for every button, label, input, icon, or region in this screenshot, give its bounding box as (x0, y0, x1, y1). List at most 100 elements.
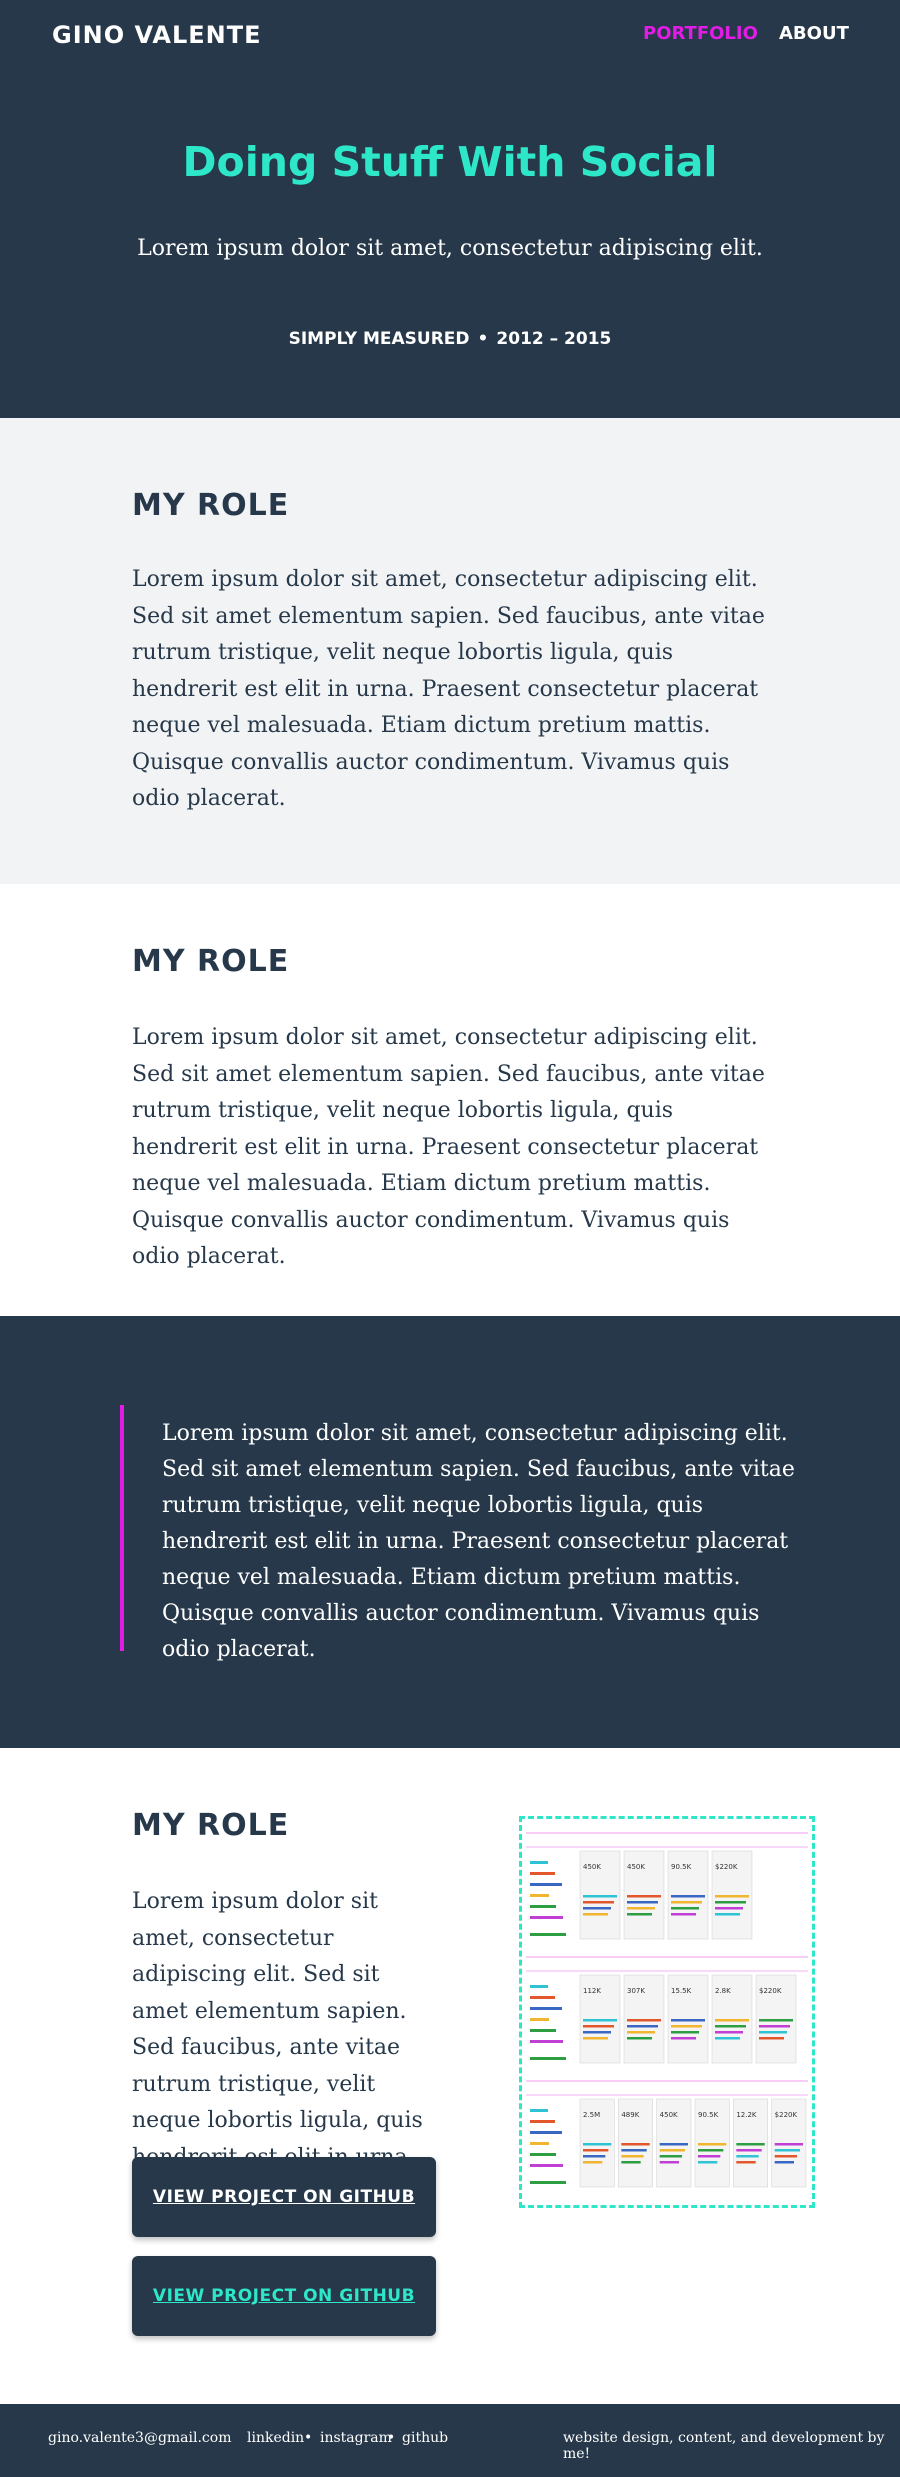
mockup-stat-bar (715, 2025, 746, 2028)
mockup-stat-value: 307K (627, 1987, 645, 1995)
mockup-stat-bar (671, 2019, 705, 2022)
footer-linkedin-link[interactable]: linkedin (247, 2430, 304, 2446)
mockup-legend-bar (530, 1883, 562, 1886)
mockup-legend-bar (530, 1861, 548, 1864)
mockup-stat-bar (671, 1907, 699, 1910)
section-body: Lorem ipsum dolor sit amet, consectetur … (132, 1889, 423, 2170)
mockup-stat-bar (627, 2019, 661, 2022)
mockup-stat-value: 450K (660, 2111, 678, 2119)
mockup-legend-bar (530, 2153, 556, 2156)
mockup-stat-bar (621, 2155, 644, 2158)
mockup-stat-value: 489K (621, 2111, 639, 2119)
mockup-legend-bar (530, 2007, 562, 2010)
nav-about-link[interactable]: ABOUT (779, 23, 849, 44)
mockup-stat-bar (698, 2143, 727, 2146)
footer-email-link[interactable]: gino.valente3@gmail.com (48, 2430, 231, 2446)
nav-portfolio-link[interactable]: PORTFOLIO (643, 23, 758, 44)
mockup-stat-value: 15.5K (671, 1987, 692, 1995)
mockup-stat-value: 2.5M (583, 2111, 600, 2119)
mockup-legend-bar (530, 1894, 549, 1897)
section-heading: MY ROLE (132, 944, 290, 979)
mockup-legend-bar (530, 2040, 563, 2043)
mockup-stat-bar (583, 2143, 612, 2146)
mockup-stat-bar (736, 2149, 762, 2152)
mockup-stat-bar (627, 2025, 658, 2028)
mockup-legend-bar (530, 2109, 548, 2112)
mockup-stat-bar (715, 2037, 740, 2040)
project-meta: SIMPLY MEASURED • 2012 – 2015 (0, 329, 900, 349)
mockup-legend-bar (530, 2029, 556, 2032)
page-title: Doing Stuff With Social (182, 138, 718, 186)
mockup-stat-bar (659, 2155, 682, 2158)
dashboard-wireframe: 450K 450K 90.5K $220K 112K 307K 15.5K 2.8K $220K… (526, 1832, 808, 2188)
mockup-legend-bar (530, 2164, 563, 2167)
mockup-stat-bar (671, 1901, 702, 1904)
quote-accent-bar (120, 1405, 124, 1651)
role-section-grey: MY ROLE Lorem ipsum dolor sit amet, cons… (0, 418, 900, 884)
mockup-legend-bar (530, 2142, 549, 2145)
mockup-stat-bar (774, 2161, 794, 2164)
brand-logo-link[interactable]: GINO VALENTE (52, 21, 262, 49)
mockup-stat-bar (715, 2031, 743, 2034)
mockup-legend-bar (530, 1933, 566, 1936)
footer-separator: • (304, 2430, 313, 2446)
section-heading: MY ROLE (132, 488, 290, 523)
mockup-stat-value: $220K (715, 1863, 738, 1871)
mockup-stat-bar (671, 2031, 699, 2034)
company-name: SIMPLY MEASURED (288, 329, 470, 349)
mockup-stat-value: 450K (583, 1863, 601, 1871)
mockup-stat-bar (627, 2031, 655, 2034)
mockup-legend-bar (530, 1916, 563, 1919)
mockup-stat-bar (715, 1907, 743, 1910)
mockup-stat-value: 112K (583, 1987, 601, 1995)
mockup-stat-bar (583, 2037, 608, 2040)
mockup-legend-bar (530, 2181, 566, 2184)
mockup-stat-bar (583, 1907, 611, 1910)
view-github-button[interactable]: VIEW PROJECT ON GITHUB (132, 2157, 436, 2237)
mockup-stat-bar (759, 2031, 787, 2034)
project-years: 2012 – 2015 (496, 329, 612, 349)
mockup-stat-bar (583, 2155, 606, 2158)
mockup-stat-bar (715, 1901, 746, 1904)
mockup-stat-bar (583, 2031, 611, 2034)
mockup-stat-bar (736, 2155, 759, 2158)
mockup-stat-bar (671, 1895, 705, 1898)
view-github-button-secondary[interactable]: VIEW PROJECT ON GITHUB (132, 2256, 436, 2336)
mockup-stat-value: 90.5K (671, 1863, 692, 1871)
footer-instagram-link[interactable]: instagram (320, 2430, 392, 2446)
mockup-legend-bar (530, 2018, 549, 2021)
mockup-stat-bar (583, 1901, 614, 1904)
mockup-stat-bar (627, 1901, 658, 1904)
mockup-stat-bar (583, 2019, 617, 2022)
mockup-stat-bar (621, 2161, 641, 2164)
footer-github-link[interactable]: github (402, 2430, 448, 2446)
mockup-stat-bar (698, 2155, 721, 2158)
mockup-legend-bar (530, 1985, 548, 1988)
mockup-stat-bar (736, 2143, 765, 2146)
mockup-stat-value: 2.8K (715, 1987, 731, 1995)
mockup-legend-bar (530, 1996, 555, 1999)
mockup-stat-bar (627, 2037, 652, 2040)
mockup-legend-bar (530, 1872, 555, 1875)
section-body: Lorem ipsum dolor sit amet, consectetur … (132, 1025, 765, 1269)
section-heading: MY ROLE (132, 1808, 290, 1843)
mockup-stat-bar (698, 2161, 718, 2164)
mockup-stat-bar (583, 2025, 614, 2028)
hero-section: GINO VALENTE PORTFOLIO ABOUT Doing Stuff… (0, 0, 900, 418)
mockup-stat-bar (627, 1913, 652, 1916)
mockup-stat-bar (583, 1913, 608, 1916)
mockup-stat-bar (659, 2149, 685, 2152)
hero-subtitle: Lorem ipsum dolor sit amet, consectetur … (137, 236, 763, 261)
mockup-legend-bar (530, 2131, 562, 2134)
mockup-stat-bar (671, 2037, 696, 2040)
mockup-stat-bar (583, 2149, 609, 2152)
mockup-stat-value: 450K (627, 1863, 645, 1871)
mockup-stat-bar (627, 1895, 661, 1898)
mockup-stat-bar (621, 2149, 647, 2152)
mockup-stat-bar (736, 2161, 756, 2164)
mockup-stat-bar (671, 2025, 702, 2028)
mockup-stat-bar (759, 2025, 790, 2028)
footer-separator: • (387, 2430, 396, 2446)
mockup-stat-bar (715, 1913, 740, 1916)
dashboard-mockup-image: 450K 450K 90.5K $220K 112K 307K 15.5K 2.8K $220K… (519, 1816, 815, 2208)
